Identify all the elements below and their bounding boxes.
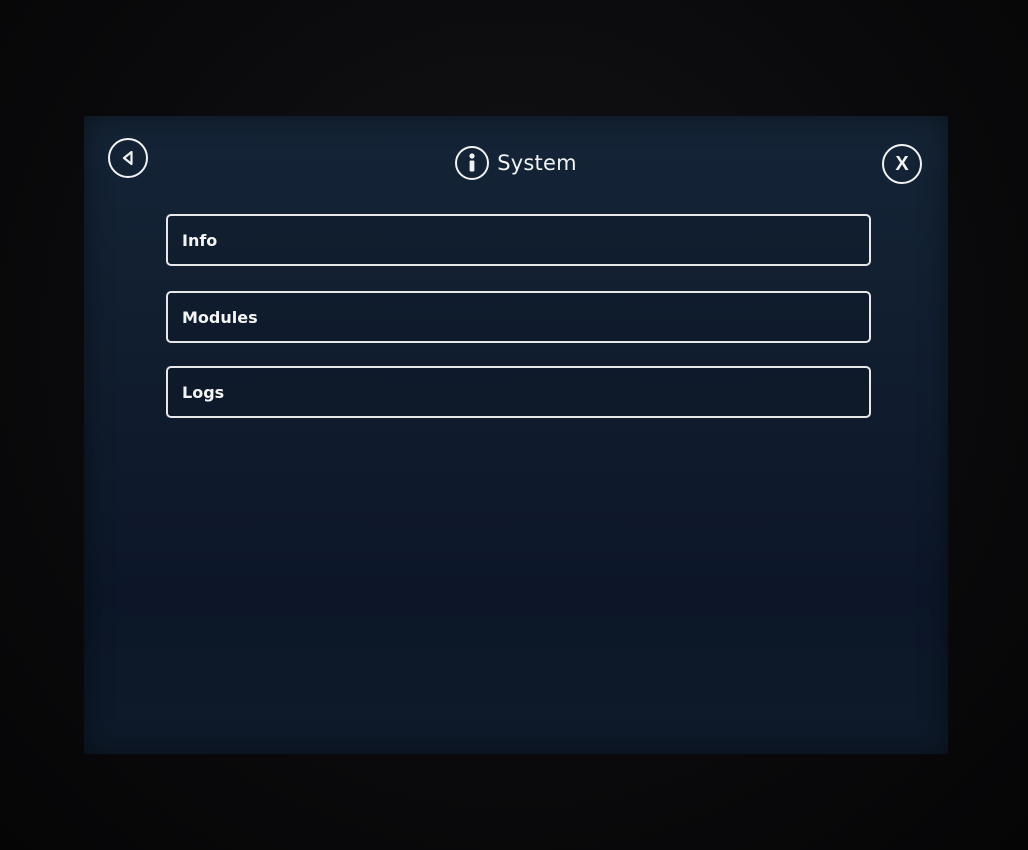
touch-screen: System X Info Modules Logs <box>84 116 948 754</box>
device-bezel: System X Info Modules Logs <box>0 0 1028 850</box>
menu-item-label: Logs <box>182 382 225 402</box>
menu-item-modules[interactable]: Modules <box>166 291 871 343</box>
menu-item-label: Info <box>182 230 218 250</box>
menu-item-info[interactable]: Info <box>166 214 871 266</box>
page-title: System <box>497 151 577 175</box>
close-button[interactable]: X <box>882 144 922 184</box>
menu-item-label: Modules <box>182 307 258 327</box>
close-label: X <box>895 152 909 175</box>
menu-item-logs[interactable]: Logs <box>166 366 871 418</box>
info-icon <box>455 146 490 180</box>
screen-header: System <box>84 146 948 180</box>
